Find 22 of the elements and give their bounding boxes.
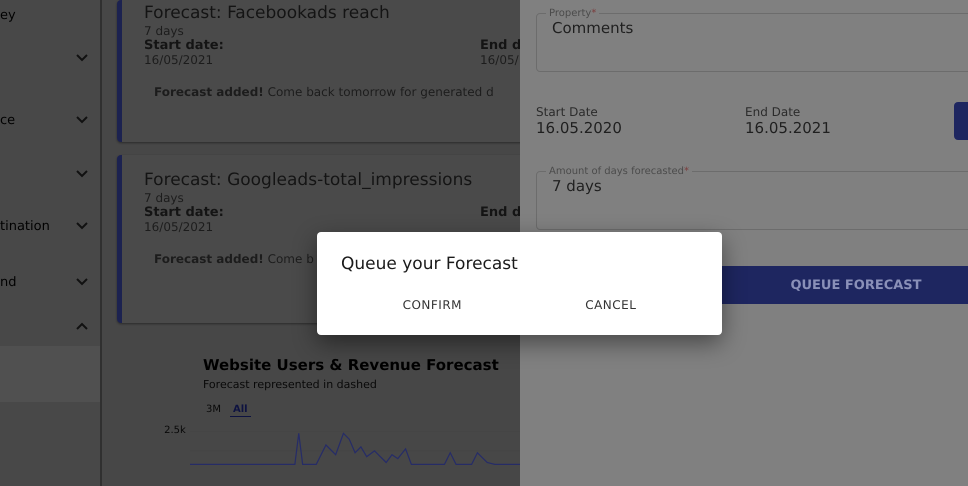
y-tick-label: 2.5k — [163, 425, 186, 436]
dialog-button[interactable]: CANCEL — [577, 294, 644, 316]
sidebar-label[interactable]: tination — [0, 218, 50, 234]
chevron-down-icon[interactable] — [76, 54, 88, 62]
start-date-label: Start Date — [536, 105, 599, 119]
chart-title: Website Users & Revenue Forecast — [203, 356, 500, 374]
end-date-label: End Date — [745, 105, 802, 119]
sidebar-label[interactable]: nd — [0, 274, 16, 290]
sidebar-label[interactable]: ey — [0, 8, 16, 22]
range-tab[interactable]: All — [230, 403, 251, 417]
dialog-button[interactable]: CONFIRM — [394, 294, 470, 316]
chevron-down-icon[interactable] — [76, 278, 88, 286]
chart-subtitle: Forecast represented in dashed — [203, 378, 378, 391]
sidebar-label[interactable]: ce — [0, 112, 16, 128]
chevron-down-icon[interactable] — [76, 116, 88, 124]
end-date-value: 16.05.2021 — [745, 119, 832, 137]
chevron-up-icon[interactable] — [76, 322, 88, 330]
chevron-down-icon[interactable] — [76, 222, 88, 230]
dialog-title: Queue your Forecast — [341, 254, 519, 274]
range-tab[interactable]: 3M — [203, 403, 224, 417]
chevron-down-icon[interactable] — [76, 170, 88, 178]
start-date-value: 16.05.2020 — [536, 119, 623, 137]
